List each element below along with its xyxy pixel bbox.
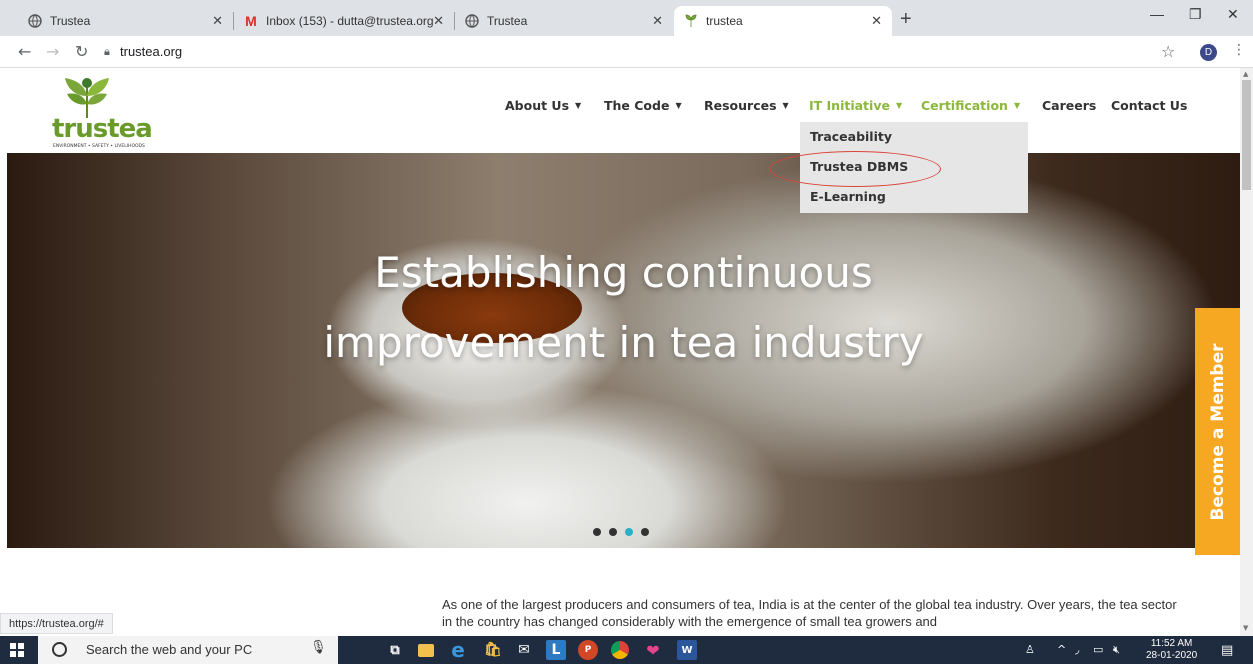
slider-dot[interactable] <box>593 528 601 536</box>
chrome-icon[interactable] <box>611 641 629 659</box>
scroll-up-icon[interactable]: ▲ <box>1243 70 1248 78</box>
logo-wordmark: trustea <box>52 114 153 144</box>
windows-taskbar: Search the web and your PC 🎙︎ ⧉ e 🛍︎ ✉︎ … <box>0 636 1253 664</box>
close-tab-icon[interactable]: ✕ <box>433 13 444 29</box>
notifications-icon[interactable]: ▤ <box>1221 643 1233 658</box>
nav-the-code[interactable]: The Code ▼ <box>604 98 682 113</box>
status-bar-url: https://trustea.org/# <box>0 613 113 634</box>
globe-icon <box>28 14 42 28</box>
volume-muted-icon[interactable]: 🔇︎ <box>1113 643 1120 657</box>
slider-dots <box>593 528 649 536</box>
tab-trustea-active[interactable]: trustea ✕ <box>674 6 892 36</box>
maps-pin-icon[interactable]: ❤︎ <box>643 640 663 660</box>
address-bar: ← → ↻ 🔒︎ trustea.org ☆ D ⋮ <box>0 36 1253 68</box>
battery-icon[interactable]: ▭ <box>1093 643 1103 656</box>
forward-icon[interactable]: → <box>46 42 59 61</box>
tab-title: trustea <box>706 14 743 28</box>
tab-title: Inbox (153) - dutta@trustea.org <box>266 14 434 28</box>
scroll-down-icon[interactable]: ▼ <box>1243 624 1248 632</box>
reload-icon[interactable]: ↻ <box>75 42 88 61</box>
slider-dot-active[interactable] <box>625 528 633 536</box>
nav-label: The Code <box>604 98 670 113</box>
search-placeholder: Search the web and your PC <box>86 642 253 657</box>
lock-icon: 🔒︎ <box>104 45 110 58</box>
close-tab-icon[interactable]: ✕ <box>212 13 223 29</box>
close-tab-icon[interactable]: ✕ <box>871 13 882 29</box>
clock-date: 28-01-2020 <box>1146 650 1198 661</box>
dropdown-item-e-learning[interactable]: E-Learning <box>810 189 886 204</box>
mail-icon[interactable]: ✉︎ <box>514 640 534 660</box>
nav-label: Certification <box>921 98 1008 113</box>
clock-time: 11:52 AM <box>1150 638 1193 649</box>
microphone-icon[interactable]: 🎙︎ <box>310 640 327 655</box>
caret-down-icon: ▼ <box>782 101 789 110</box>
restore-icon[interactable]: ❐ <box>1189 6 1202 23</box>
scroll-thumb[interactable] <box>1242 80 1251 190</box>
page-scrollbar[interactable]: ▲ ▼ <box>1240 68 1253 636</box>
logo-leaves-icon <box>65 78 109 118</box>
hero-slider: Establishing continuous improvement in t… <box>7 153 1240 548</box>
tab-title: Trustea <box>50 14 91 28</box>
tray-chevron-up-icon[interactable]: ^ <box>1057 643 1066 656</box>
taskbar-search-box[interactable]: Search the web and your PC 🎙︎ <box>38 636 338 664</box>
windows-start-icon[interactable] <box>10 643 24 661</box>
powerpoint-icon[interactable]: P <box>578 640 598 660</box>
intro-paragraph: As one of the largest producers and cons… <box>442 597 1177 629</box>
people-icon[interactable]: ♙ <box>1025 643 1035 656</box>
become-member-button[interactable]: Become a Member <box>1195 308 1240 555</box>
nav-label: Contact Us <box>1111 98 1188 113</box>
wifi-icon[interactable]: ◞ <box>1075 643 1079 656</box>
gmail-icon: M <box>245 13 257 29</box>
close-window-icon[interactable]: ✕ <box>1227 6 1239 23</box>
caret-down-icon: ▼ <box>575 101 582 110</box>
nav-label: About Us <box>505 98 570 113</box>
slider-dot[interactable] <box>609 528 617 536</box>
caret-down-icon: ▼ <box>1013 101 1021 110</box>
taskbar-clock[interactable]: 11:52 AM 28-01-2020 <box>1146 638 1197 662</box>
url-field[interactable]: trustea.org <box>120 44 182 59</box>
new-tab-icon[interactable]: + <box>900 8 912 31</box>
logo-tagline: ENVIRONMENT • SAFETY • LIVELIHOODS <box>53 144 145 149</box>
trustea-leaf-icon <box>684 14 698 28</box>
nav-it-initiative[interactable]: IT Initiative ▼ <box>809 98 902 113</box>
nav-about-us[interactable]: About Us ▼ <box>505 98 581 113</box>
close-tab-icon[interactable]: ✕ <box>652 13 663 29</box>
caret-down-icon: ▼ <box>895 101 903 110</box>
nav-label: IT Initiative <box>809 98 890 113</box>
profile-avatar[interactable]: D <box>1200 44 1217 61</box>
tab-trustea-2[interactable]: Trustea ✕ <box>455 6 673 36</box>
edge-browser-icon[interactable]: e <box>448 638 468 662</box>
hero-title-line-2: improvement in tea industry <box>323 318 924 367</box>
task-view-icon[interactable]: ⧉ <box>385 640 405 660</box>
slider-dot[interactable] <box>641 528 649 536</box>
become-member-label: Become a Member <box>1207 342 1228 521</box>
nav-resources[interactable]: Resources ▼ <box>704 98 789 113</box>
dropdown-item-traceability[interactable]: Traceability <box>810 129 892 144</box>
nav-label: Careers <box>1042 98 1097 113</box>
hero-title-line-1: Establishing continuous <box>374 248 873 297</box>
minimize-icon[interactable]: — <box>1150 6 1164 22</box>
nav-contact-us[interactable]: Contact Us <box>1111 98 1187 113</box>
bookmark-star-icon[interactable]: ☆ <box>1161 42 1175 61</box>
browser-tab-bar: Trustea ✕ M Inbox (153) - dutta@trustea.… <box>0 0 1253 36</box>
lync-icon[interactable]: L <box>546 640 566 660</box>
website-viewport: trustea ENVIRONMENT • SAFETY • LIVELIHOO… <box>7 68 1240 636</box>
highlight-annotation <box>769 151 941 187</box>
back-icon[interactable]: ← <box>18 42 31 61</box>
globe-icon <box>465 14 479 28</box>
store-icon[interactable]: 🛍︎ <box>483 640 503 660</box>
trustea-logo[interactable]: trustea ENVIRONMENT • SAFETY • LIVELIHOO… <box>52 74 153 154</box>
tab-trustea-1[interactable]: Trustea ✕ <box>18 6 233 36</box>
nav-label: Resources <box>704 98 777 113</box>
caret-down-icon: ▼ <box>675 101 682 110</box>
tab-title: Trustea <box>487 14 528 28</box>
file-explorer-icon[interactable] <box>418 644 434 657</box>
nav-certification[interactable]: Certification ▼ <box>921 98 1020 113</box>
word-icon[interactable]: W <box>677 640 697 660</box>
nav-careers[interactable]: Careers <box>1042 98 1096 113</box>
menu-kebab-icon[interactable]: ⋮ <box>1232 42 1246 58</box>
cortana-icon <box>52 642 67 657</box>
tab-gmail-inbox[interactable]: M Inbox (153) - dutta@trustea.org ✕ <box>234 6 454 36</box>
